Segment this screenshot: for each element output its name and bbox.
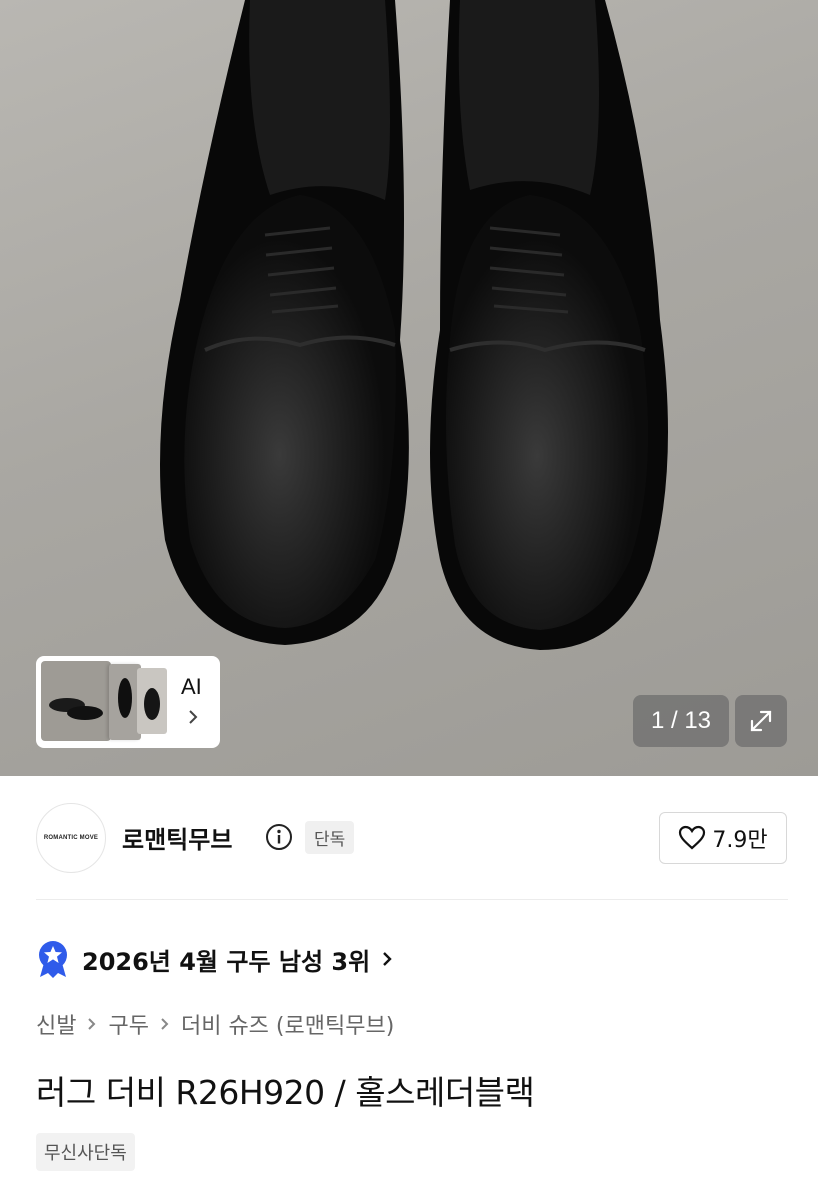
chevron-right-icon xyxy=(189,710,198,724)
counter-current: 1 xyxy=(650,707,665,734)
expand-icon xyxy=(750,710,772,732)
ranking-link[interactable]: 2026년 4월 구두 남성 3위 xyxy=(36,937,394,981)
exclusive-badge: 단독 xyxy=(305,821,355,854)
breadcrumb-item[interactable]: 구두 xyxy=(108,1008,148,1040)
ai-thumbnail-3 xyxy=(137,668,167,734)
product-image-gallery[interactable]: AI 1 / 13 xyxy=(0,0,818,776)
brand-logo[interactable]: ROMANTIC MOVE xyxy=(36,803,106,873)
exclusive-tag: 무신사단독 xyxy=(36,1133,135,1171)
chevron-right-icon xyxy=(383,952,392,966)
brand-row: ROMANTIC MOVE 로맨틱무브 단독 7.9만 xyxy=(0,800,818,880)
ranking-text: 2026년 4월 구두 남성 3위 xyxy=(82,947,371,976)
counter-separator: / xyxy=(664,707,685,734)
chevron-right-icon xyxy=(159,1015,171,1033)
divider xyxy=(36,899,788,900)
heart-icon xyxy=(679,825,706,850)
ai-label: AI xyxy=(181,674,202,699)
rank-badge-icon xyxy=(39,941,67,978)
breadcrumb-item[interactable]: 더비 슈즈 (로맨틱무브) xyxy=(181,1008,394,1040)
like-button[interactable]: 7.9만 xyxy=(659,812,787,864)
breadcrumb: 신발 구두 더비 슈즈 (로맨틱무브) xyxy=(36,1008,394,1040)
product-title: 러그 더비 R26H920 / 홀스레더블랙 xyxy=(36,1073,535,1112)
expand-button[interactable] xyxy=(735,695,787,747)
chevron-right-icon xyxy=(86,1015,98,1033)
brand-name[interactable]: 로맨틱무브 xyxy=(122,820,232,855)
ai-thumbnail-1 xyxy=(41,661,111,741)
info-icon[interactable] xyxy=(264,822,294,852)
image-counter: 1 / 13 xyxy=(633,695,729,747)
ai-recommendation-card[interactable]: AI xyxy=(36,656,220,748)
like-count: 7.9만 xyxy=(712,828,768,853)
breadcrumb-item[interactable]: 신발 xyxy=(36,1008,76,1040)
counter-total: 13 xyxy=(684,707,712,734)
